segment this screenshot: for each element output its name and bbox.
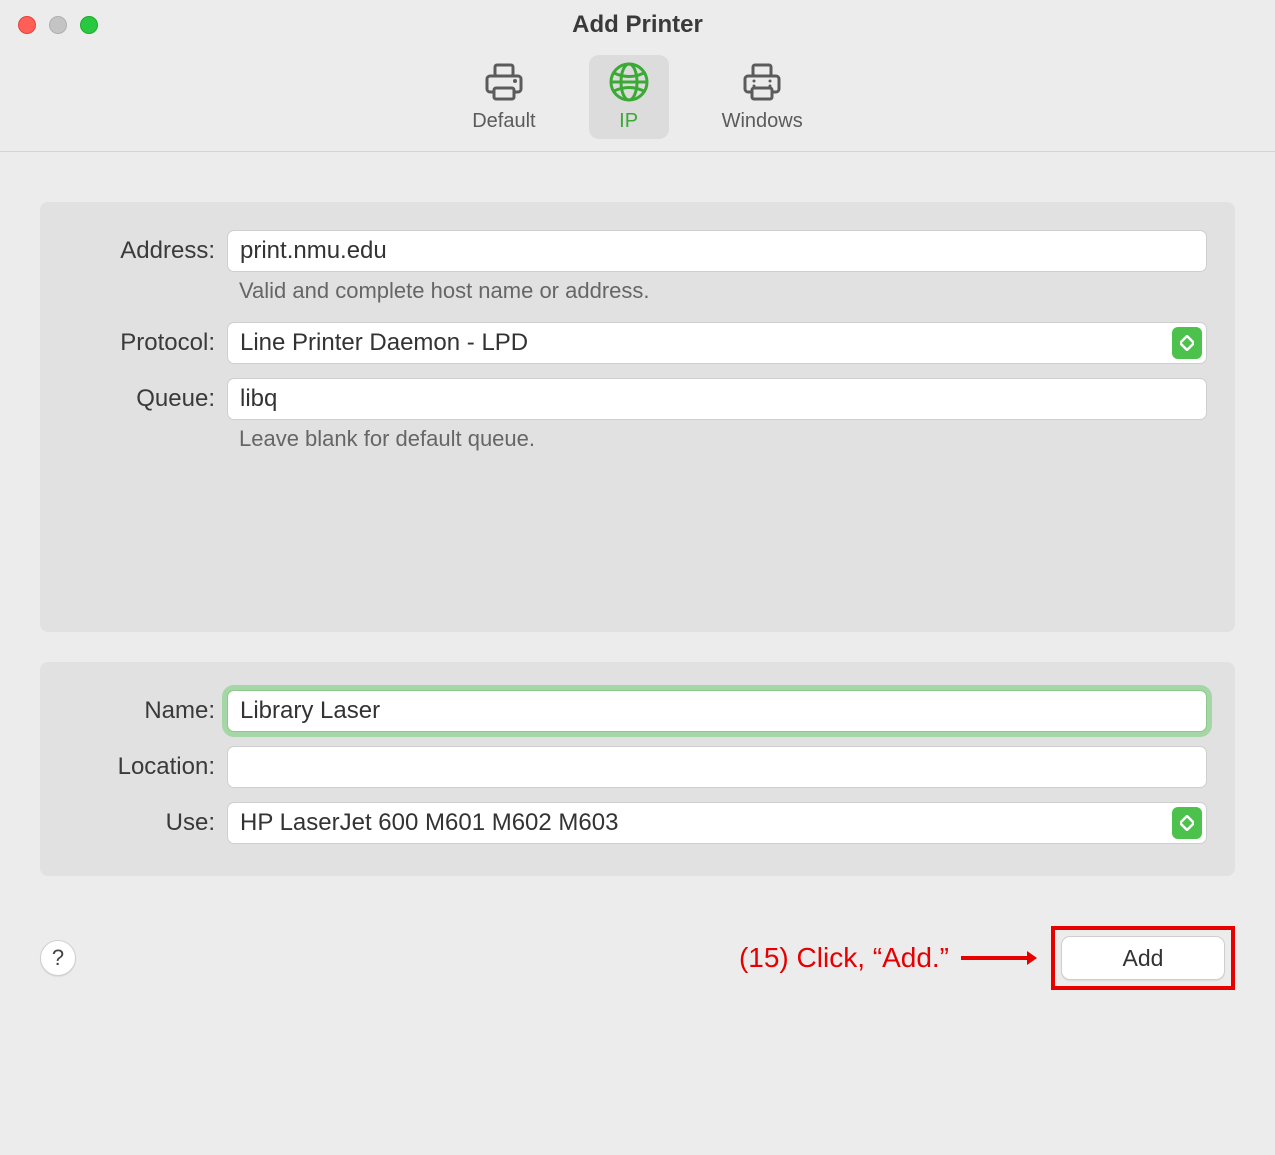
help-button[interactable]: ? [40,940,76,976]
arrow-icon [959,948,1039,968]
content-area: Address: Valid and complete host name or… [0,152,1275,876]
zoom-window-button[interactable] [80,16,98,34]
address-label: Address: [62,237,227,265]
minimize-window-button[interactable] [49,16,67,34]
bottom-bar: ? (15) Click, “Add.” Add [0,906,1275,990]
toolbar-tab-windows[interactable]: Windows [704,55,821,139]
name-input[interactable] [227,690,1207,732]
stepper-icon [1172,327,1202,359]
close-window-button[interactable] [18,16,36,34]
name-label: Name: [62,697,227,725]
traffic-lights [18,16,98,34]
titlebar: Add Printer [0,0,1275,50]
window-title: Add Printer [0,11,1275,39]
use-label: Use: [62,809,227,837]
toolbar-tab-label: Windows [722,110,803,133]
add-printer-window: Add Printer Default [0,0,1275,1155]
printer-info-panel: Name: Location: Use: HP LaserJet 600 M60… [40,662,1235,876]
printer-windows-icon [740,60,784,104]
queue-hint: Leave blank for default queue. [62,426,1207,452]
annotation-callout: (15) Click, “Add.” [739,942,1039,974]
location-label: Location: [62,753,227,781]
address-input[interactable] [227,230,1207,272]
toolbar-tab-ip[interactable]: IP [589,55,669,139]
annotation-highlight-box: Add [1051,926,1235,990]
use-value: HP LaserJet 600 M601 M602 M603 [240,809,618,837]
use-select[interactable]: HP LaserJet 600 M601 M602 M603 [227,802,1207,844]
location-input[interactable] [227,746,1207,788]
stepper-icon [1172,807,1202,839]
queue-label: Queue: [62,385,227,413]
add-button[interactable]: Add [1061,936,1225,980]
protocol-label: Protocol: [62,329,227,357]
connection-panel: Address: Valid and complete host name or… [40,202,1235,632]
toolbar: Default IP [0,50,1275,152]
toolbar-tab-default[interactable]: Default [454,55,553,139]
printer-icon [482,60,526,104]
globe-icon [607,60,651,104]
toolbar-tab-label: Default [472,110,535,133]
protocol-value: Line Printer Daemon - LPD [240,329,528,357]
address-hint: Valid and complete host name or address. [62,278,1207,304]
protocol-select[interactable]: Line Printer Daemon - LPD [227,322,1207,364]
queue-input[interactable] [227,378,1207,420]
annotation-text: (15) Click, “Add.” [739,942,949,974]
toolbar-tab-label: IP [619,110,638,133]
